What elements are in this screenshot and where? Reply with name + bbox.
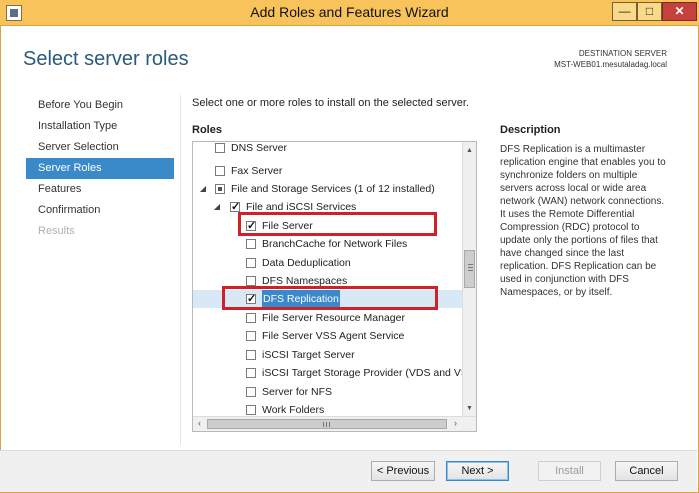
checkbox[interactable] xyxy=(246,387,256,397)
grip-icon xyxy=(468,264,473,265)
nav-item-results: Results xyxy=(38,225,75,237)
checkbox[interactable] xyxy=(246,313,256,323)
checkbox[interactable] xyxy=(246,331,256,341)
destination-label: DESTINATION SERVER xyxy=(578,49,667,58)
role-item[interactable]: File Server VSS Agent Service xyxy=(193,327,463,345)
highlight-dfs-replication xyxy=(222,286,438,310)
description-text: DFS Replication is a multimaster replica… xyxy=(500,144,666,298)
nav-divider xyxy=(180,95,181,445)
close-button[interactable]: ✕ xyxy=(662,2,697,21)
nav-item-before-you-begin[interactable]: Before You Begin xyxy=(26,95,174,116)
role-item[interactable]: Data Deduplication xyxy=(193,254,463,272)
scroll-left-icon[interactable]: ‹ xyxy=(193,417,206,431)
collapse-arrow-icon[interactable]: ◢ xyxy=(199,180,207,198)
page-title: Select server roles xyxy=(23,48,189,70)
checkbox[interactable] xyxy=(246,276,256,286)
checkbox[interactable] xyxy=(215,143,225,153)
wizard-nav: Before You Begin Installation Type Serve… xyxy=(26,95,174,242)
horizontal-scrollbar[interactable]: ‹ › xyxy=(193,416,476,431)
checkbox[interactable] xyxy=(246,258,256,268)
role-item[interactable]: DNS Server xyxy=(193,142,463,157)
checkbox[interactable] xyxy=(230,198,240,216)
role-item[interactable]: File Server Resource Manager xyxy=(193,309,463,327)
nav-item-features[interactable]: Features xyxy=(26,179,174,200)
role-item[interactable]: Work Folders xyxy=(193,401,463,417)
checkbox[interactable] xyxy=(215,184,225,194)
grip-icon xyxy=(323,422,324,427)
nav-item-server-roles[interactable]: Server Roles xyxy=(26,158,174,179)
scroll-thumb-horizontal[interactable] xyxy=(207,419,447,429)
nav-item-installation-type[interactable]: Installation Type xyxy=(26,116,174,137)
nav-item-server-selection[interactable]: Server Selection xyxy=(26,137,174,158)
checkbox[interactable] xyxy=(246,405,256,415)
scroll-up-icon[interactable]: ▲ xyxy=(463,144,476,157)
previous-button[interactable]: < Previous xyxy=(371,461,435,481)
vertical-scrollbar[interactable]: ▲ ▼ xyxy=(462,142,476,417)
role-item[interactable]: iSCSI Target Storage Provider (VDS and V… xyxy=(193,364,463,382)
checkbox[interactable] xyxy=(246,350,256,360)
window-title: Add Roles and Features Wizard xyxy=(250,4,449,20)
scroll-right-icon[interactable]: › xyxy=(449,417,462,431)
maximize-button[interactable]: □ xyxy=(637,2,662,21)
checkbox[interactable] xyxy=(246,368,256,378)
scroll-thumb[interactable] xyxy=(464,250,475,288)
destination-server: MST-WEB01.mesutaladag.local xyxy=(554,60,667,69)
role-item[interactable]: Server for NFS xyxy=(193,383,463,401)
next-button[interactable]: Next > xyxy=(446,461,509,481)
nav-item-confirmation[interactable]: Confirmation xyxy=(26,200,174,221)
checkbox[interactable] xyxy=(215,166,225,176)
role-item[interactable]: ◢ File and Storage Services (1 of 12 ins… xyxy=(193,180,463,198)
role-item[interactable]: Fax Server xyxy=(193,162,463,180)
install-button: Install xyxy=(538,461,601,481)
title-bar: Add Roles and Features Wizard — □ ✕ xyxy=(0,0,699,26)
cancel-button[interactable]: Cancel xyxy=(615,461,678,481)
role-item[interactable]: BranchCache for Network Files xyxy=(193,235,463,253)
scroll-down-icon[interactable]: ▼ xyxy=(463,402,476,415)
instruction-text: Select one or more roles to install on t… xyxy=(192,97,469,109)
role-item[interactable]: iSCSI Target Server xyxy=(193,346,463,364)
highlight-file-server xyxy=(238,212,437,236)
checkbox[interactable] xyxy=(246,239,256,249)
roles-list: DNS Server Fax Server ◢ File and Storage… xyxy=(193,142,463,417)
collapse-arrow-icon[interactable]: ◢ xyxy=(213,198,221,216)
description-heading: Description xyxy=(500,124,561,136)
roles-heading: Roles xyxy=(192,124,222,136)
minimize-button[interactable]: — xyxy=(612,2,637,21)
